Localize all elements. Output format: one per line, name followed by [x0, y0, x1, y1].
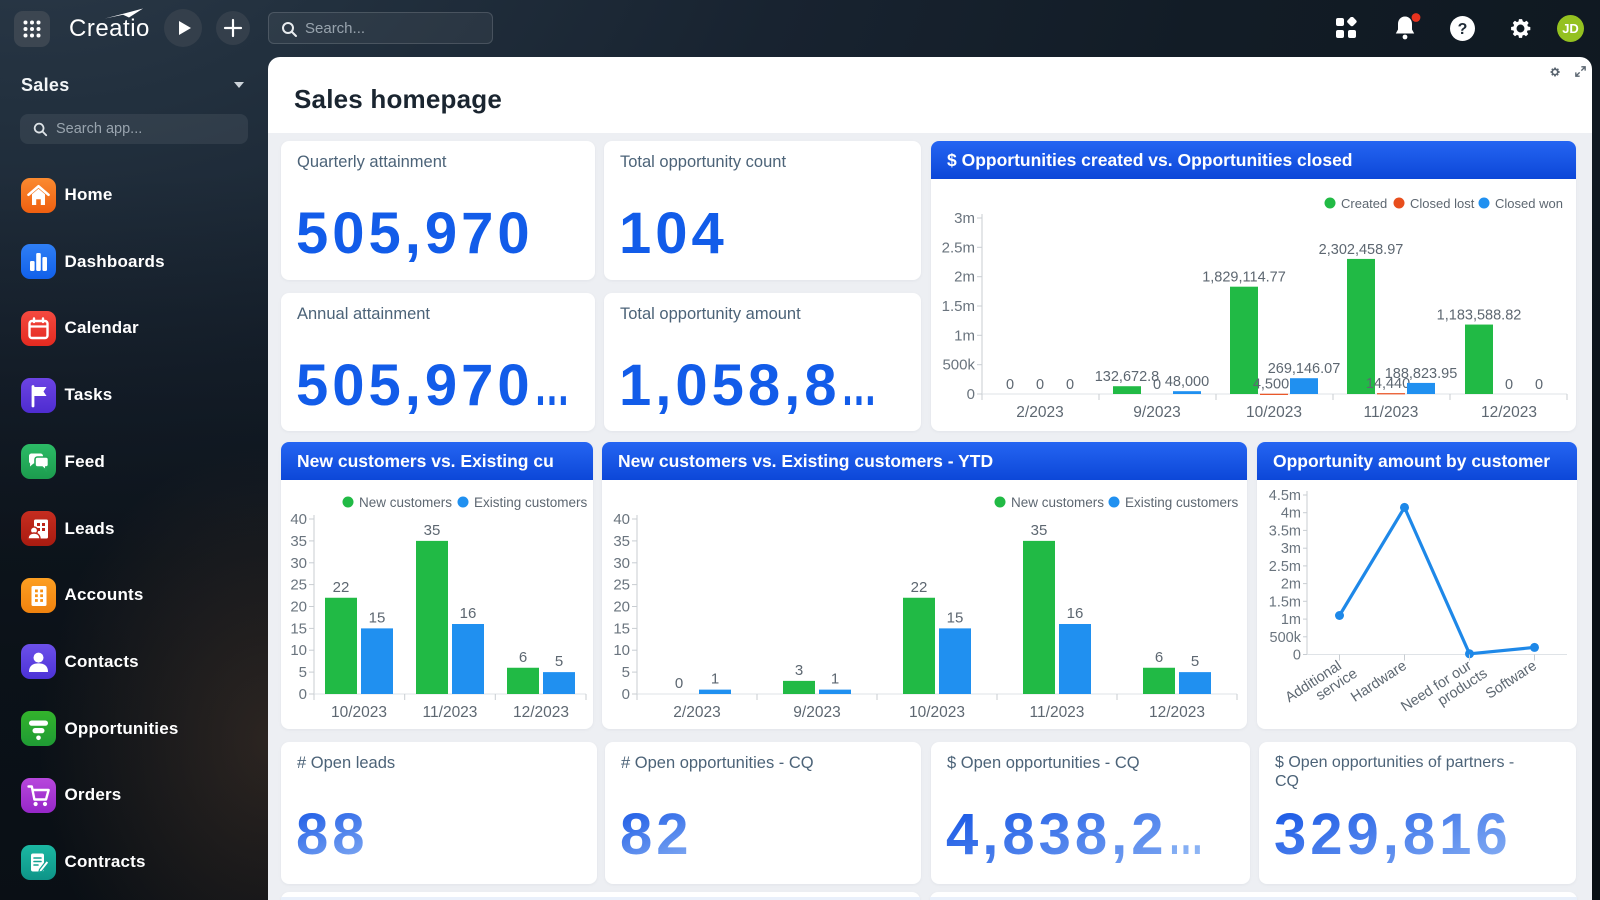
- svg-text:Software: Software: [1483, 658, 1540, 703]
- svg-text:500k: 500k: [942, 357, 975, 374]
- svg-text:1: 1: [831, 671, 839, 688]
- svg-text:35: 35: [290, 533, 307, 550]
- svg-text:20: 20: [290, 599, 307, 616]
- svg-text:2m: 2m: [954, 269, 975, 286]
- svg-text:0: 0: [1036, 377, 1044, 393]
- svg-text:11/2023: 11/2023: [1030, 704, 1085, 721]
- svg-text:10: 10: [290, 642, 307, 659]
- svg-text:16: 16: [460, 605, 477, 622]
- svg-text:Hardware: Hardware: [1348, 658, 1409, 706]
- svg-text:0: 0: [967, 386, 975, 403]
- svg-text:Closed lost: Closed lost: [1410, 196, 1475, 211]
- svg-text:2m: 2m: [1281, 577, 1301, 593]
- svg-text:15: 15: [613, 620, 630, 637]
- svg-text:0: 0: [1293, 648, 1301, 664]
- svg-text:9/2023: 9/2023: [1133, 404, 1180, 421]
- svg-text:1.5m: 1.5m: [942, 298, 975, 315]
- svg-text:12/2023: 12/2023: [513, 704, 569, 721]
- svg-text:35: 35: [613, 533, 630, 550]
- svg-text:35: 35: [424, 522, 441, 539]
- svg-text:2/2023: 2/2023: [1016, 404, 1063, 421]
- svg-text:3.5m: 3.5m: [1269, 523, 1301, 539]
- svg-text:5: 5: [299, 664, 307, 681]
- svg-text:15: 15: [369, 609, 386, 626]
- svg-text:11/2023: 11/2023: [423, 704, 478, 721]
- svg-text:25: 25: [613, 577, 630, 594]
- svg-text:12/2023: 12/2023: [1481, 404, 1537, 421]
- svg-text:500k: 500k: [1270, 630, 1302, 646]
- svg-text:22: 22: [911, 579, 928, 596]
- svg-text:New customers: New customers: [359, 495, 452, 510]
- svg-text:10/2023: 10/2023: [331, 704, 387, 721]
- svg-text:Existing customers: Existing customers: [474, 495, 588, 510]
- svg-text:188,823.95: 188,823.95: [1385, 366, 1458, 382]
- svg-text:0: 0: [1006, 377, 1014, 393]
- svg-text:5: 5: [622, 664, 630, 681]
- svg-text:0: 0: [1153, 377, 1161, 393]
- svg-text:2.5m: 2.5m: [942, 239, 975, 256]
- svg-text:15: 15: [290, 620, 307, 637]
- svg-text:1.5m: 1.5m: [1269, 594, 1301, 610]
- svg-text:1m: 1m: [1281, 612, 1301, 628]
- svg-text:0: 0: [1535, 377, 1543, 393]
- svg-text:0: 0: [1066, 377, 1074, 393]
- svg-text:1,183,588.82: 1,183,588.82: [1437, 308, 1522, 324]
- svg-text:0: 0: [675, 675, 683, 692]
- svg-text:22: 22: [333, 579, 350, 596]
- svg-text:2.5m: 2.5m: [1269, 559, 1301, 575]
- svg-text:3: 3: [795, 662, 803, 679]
- svg-text:4.5m: 4.5m: [1269, 488, 1301, 504]
- svg-text:Closed won: Closed won: [1495, 196, 1563, 211]
- svg-text:5: 5: [555, 653, 563, 670]
- svg-text:1m: 1m: [954, 327, 975, 344]
- svg-text:12/2023: 12/2023: [1149, 704, 1205, 721]
- svg-text:10/2023: 10/2023: [1246, 404, 1302, 421]
- svg-text:40: 40: [290, 511, 307, 528]
- svg-text:0: 0: [622, 686, 630, 703]
- svg-text:2,302,458.97: 2,302,458.97: [1319, 242, 1404, 258]
- svg-text:40: 40: [613, 511, 630, 528]
- svg-text:20: 20: [613, 599, 630, 616]
- svg-text:16: 16: [1067, 605, 1084, 622]
- svg-text:9/2023: 9/2023: [793, 704, 840, 721]
- svg-text:25: 25: [290, 577, 307, 594]
- svg-text:1: 1: [711, 671, 719, 688]
- svg-text:?: ?: [1458, 21, 1468, 38]
- svg-text:4m: 4m: [1281, 506, 1301, 522]
- svg-text:3m: 3m: [1281, 541, 1301, 557]
- svg-text:Need for ourproducts: Need for ourproducts: [1398, 653, 1490, 728]
- svg-text:0: 0: [299, 686, 307, 703]
- svg-text:5: 5: [1191, 653, 1199, 670]
- svg-text:10/2023: 10/2023: [909, 704, 965, 721]
- svg-text:0: 0: [1505, 377, 1513, 393]
- svg-text:11/2023: 11/2023: [1364, 404, 1419, 421]
- svg-text:35: 35: [1031, 522, 1048, 539]
- svg-text:10: 10: [613, 642, 630, 659]
- svg-text:6: 6: [1155, 649, 1163, 666]
- svg-text:Existing customers: Existing customers: [1125, 495, 1239, 510]
- svg-text:15: 15: [947, 609, 964, 626]
- svg-text:New customers: New customers: [1011, 495, 1104, 510]
- svg-text:2/2023: 2/2023: [673, 704, 720, 721]
- svg-text:132,672.8: 132,672.8: [1095, 369, 1160, 385]
- svg-text:4,500: 4,500: [1253, 377, 1289, 393]
- svg-text:48,000: 48,000: [1165, 374, 1209, 390]
- svg-text:30: 30: [613, 555, 630, 572]
- svg-text:Created: Created: [1341, 196, 1387, 211]
- svg-text:3m: 3m: [954, 210, 975, 227]
- svg-text:6: 6: [519, 649, 527, 666]
- svg-text:269,146.07: 269,146.07: [1268, 361, 1341, 377]
- svg-text:30: 30: [290, 555, 307, 572]
- svg-text:1,829,114.77: 1,829,114.77: [1202, 270, 1286, 286]
